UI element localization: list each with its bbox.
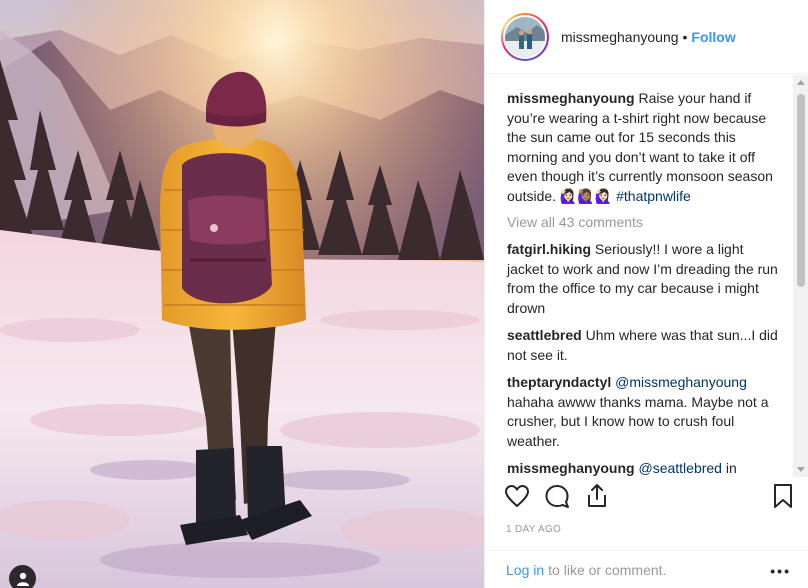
follow-button[interactable]: Follow (691, 29, 735, 45)
post-actions-bar (485, 477, 808, 517)
share-icon (588, 484, 606, 507)
comment-username[interactable]: missmeghanyoung (507, 460, 635, 476)
scroll-up-arrow-icon[interactable] (797, 80, 805, 85)
comment-item: missmeghanyoung @seattlebred in Westport… (507, 459, 783, 477)
comment-item: fatgirl.hiking Seriously!! I wore a ligh… (507, 240, 783, 318)
share-button[interactable] (583, 482, 611, 510)
comment-username[interactable]: seattlebred (507, 327, 582, 343)
comments-scrollbar[interactable] (793, 75, 808, 477)
login-prompt-text: to like or comment. (548, 561, 667, 578)
user-tags-button[interactable] (9, 565, 36, 588)
login-link[interactable]: Log in (506, 562, 544, 578)
avatar[interactable] (501, 12, 549, 61)
save-button[interactable] (769, 482, 797, 510)
post-side-panel: missmeghanyoung • Follow missmeghanyoung… (484, 0, 808, 588)
caption-username[interactable]: missmeghanyoung (507, 90, 635, 106)
comment-item: theptaryndactyl @missmeghanyoung hahaha … (507, 373, 783, 451)
comment-item: seattlebred Uhm where was that sun...I d… (507, 326, 783, 365)
post-photo[interactable] (0, 0, 484, 588)
post-timestamp[interactable]: 1 DAY AGO (506, 524, 561, 535)
comment-username[interactable]: theptaryndactyl (507, 374, 611, 390)
like-button[interactable] (503, 482, 531, 510)
person-icon (16, 572, 29, 586)
username-link[interactable]: missmeghanyoung (561, 29, 679, 45)
comment-bubble-icon (545, 485, 569, 508)
more-options-button[interactable]: ••• (770, 563, 791, 579)
comment-text: hahaha awww thanks mama. Maybe not a cru… (507, 393, 769, 449)
view-all-comments-link[interactable]: View all 43 comments (507, 214, 783, 230)
avatar-photo-icon (505, 16, 545, 57)
login-prompt-bar: Log in to like or comment. ••• (485, 550, 808, 588)
caption: missmeghanyoung Raise your hand if you’r… (507, 89, 783, 206)
separator-dot: • (682, 28, 688, 45)
scrollbar-thumb[interactable] (797, 94, 805, 287)
scroll-down-arrow-icon[interactable] (797, 467, 805, 472)
comment-username[interactable]: fatgirl.hiking (507, 241, 591, 257)
heart-icon (505, 485, 529, 507)
comment-mention[interactable]: @seattlebred (638, 460, 721, 476)
caption-hashtag[interactable]: #thatpnwlife (616, 188, 691, 204)
comment-mention[interactable]: @missmeghanyoung (615, 374, 747, 390)
comment-button[interactable] (543, 482, 571, 510)
post-header: missmeghanyoung • Follow (485, 0, 808, 74)
comments-list[interactable]: missmeghanyoung Raise your hand if you’r… (485, 75, 793, 477)
hiker-in-snow-photo (0, 0, 484, 588)
bookmark-icon (774, 484, 792, 508)
caption-text: Raise your hand if you’re wearing a t-sh… (507, 90, 773, 204)
